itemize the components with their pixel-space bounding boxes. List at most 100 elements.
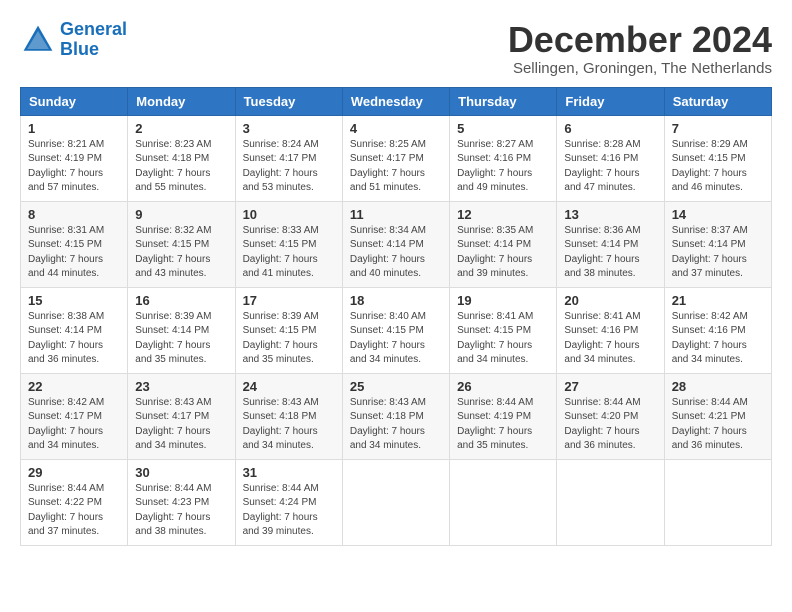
day-number: 15	[28, 293, 120, 308]
calendar-week-4: 22 Sunrise: 8:42 AM Sunset: 4:17 PM Dayli…	[21, 373, 772, 459]
day-number: 26	[457, 379, 549, 394]
cell-sun-info: Sunrise: 8:28 AM Sunset: 4:16 PM Dayligh…	[564, 138, 656, 196]
day-number: 20	[564, 293, 656, 308]
calendar-cell: 31Sunrise: 8:44 AM Sunset: 4:24 PM Dayli…	[235, 459, 342, 545]
calendar-table: SundayMondayTuesdayWednesdayThursdayFrid…	[20, 87, 772, 546]
cell-sun-info: Sunrise: 8:24 AM Sunset: 4:17 PM Dayligh…	[243, 138, 335, 196]
cell-sun-info: Sunrise: 8:36 AM Sunset: 4:14 PM Dayligh…	[564, 224, 656, 282]
calendar-cell: 25 Sunrise: 8:43 AM Sunset: 4:18 PM Dayli…	[342, 373, 449, 459]
cell-sun-info: Sunrise: 8:44 AM Sunset: 4:19 PM Dayligh…	[457, 396, 549, 454]
day-number: 18	[350, 293, 442, 308]
header-tuesday: Tuesday	[235, 87, 342, 115]
cell-sun-info: Sunrise: 8:44 AM Sunset: 4:23 PM Dayligh…	[135, 482, 227, 540]
cell-sun-info: Sunrise: 8:40 AM Sunset: 4:15 PM Dayligh…	[350, 310, 442, 368]
header-friday: Friday	[557, 87, 664, 115]
day-number: 4	[350, 121, 442, 136]
calendar-cell: 5Sunrise: 8:27 AM Sunset: 4:16 PM Daylig…	[450, 115, 557, 201]
day-number: 25	[350, 379, 442, 394]
calendar-header-row: SundayMondayTuesdayWednesdayThursdayFrid…	[21, 87, 772, 115]
calendar-cell: 24Sunrise: 8:43 AM Sunset: 4:18 PM Dayli…	[235, 373, 342, 459]
cell-sun-info: Sunrise: 8:39 AM Sunset: 4:15 PM Dayligh…	[243, 310, 335, 368]
cell-sun-info: Sunrise: 8:43 AM Sunset: 4:18 PM Dayligh…	[243, 396, 335, 454]
day-number: 14	[672, 207, 764, 222]
cell-sun-info: Sunrise: 8:21 AM Sunset: 4:19 PM Dayligh…	[28, 138, 120, 196]
calendar-cell: 14 Sunrise: 8:37 AM Sunset: 4:14 PM Dayli…	[664, 201, 771, 287]
cell-sun-info: Sunrise: 8:35 AM Sunset: 4:14 PM Dayligh…	[457, 224, 549, 282]
cell-sun-info: Sunrise: 8:29 AM Sunset: 4:15 PM Dayligh…	[672, 138, 764, 196]
title-block: December 2024 Sellingen, Groningen, The …	[508, 20, 772, 77]
calendar-cell: 15 Sunrise: 8:38 AM Sunset: 4:14 PM Dayli…	[21, 287, 128, 373]
cell-sun-info: Sunrise: 8:38 AM Sunset: 4:14 PM Dayligh…	[28, 310, 120, 368]
calendar-cell: 20 Sunrise: 8:41 AM Sunset: 4:16 PM Dayli…	[557, 287, 664, 373]
calendar-cell	[342, 459, 449, 545]
day-number: 29	[28, 465, 120, 480]
day-number: 16	[135, 293, 227, 308]
calendar-cell: 30 Sunrise: 8:44 AM Sunset: 4:23 PM Dayli…	[128, 459, 235, 545]
calendar-cell: 23Sunrise: 8:43 AM Sunset: 4:17 PM Dayli…	[128, 373, 235, 459]
day-number: 27	[564, 379, 656, 394]
cell-sun-info: Sunrise: 8:39 AM Sunset: 4:14 PM Dayligh…	[135, 310, 227, 368]
cell-sun-info: Sunrise: 8:23 AM Sunset: 4:18 PM Dayligh…	[135, 138, 227, 196]
calendar-cell: 10 Sunrise: 8:33 AM Sunset: 4:15 PM Dayli…	[235, 201, 342, 287]
day-number: 17	[243, 293, 335, 308]
day-number: 10	[243, 207, 335, 222]
cell-sun-info: Sunrise: 8:42 AM Sunset: 4:17 PM Dayligh…	[28, 396, 120, 454]
cell-sun-info: Sunrise: 8:27 AM Sunset: 4:16 PM Dayligh…	[457, 138, 549, 196]
calendar-cell	[450, 459, 557, 545]
day-number: 12	[457, 207, 549, 222]
calendar-cell	[664, 459, 771, 545]
day-number: 23	[135, 379, 227, 394]
cell-sun-info: Sunrise: 8:44 AM Sunset: 4:24 PM Dayligh…	[243, 482, 335, 540]
day-number: 22	[28, 379, 120, 394]
day-number: 1	[28, 121, 120, 136]
calendar-cell: 7 Sunrise: 8:29 AM Sunset: 4:15 PM Daylig…	[664, 115, 771, 201]
cell-sun-info: Sunrise: 8:44 AM Sunset: 4:20 PM Dayligh…	[564, 396, 656, 454]
cell-sun-info: Sunrise: 8:34 AM Sunset: 4:14 PM Dayligh…	[350, 224, 442, 282]
day-number: 2	[135, 121, 227, 136]
calendar-cell: 16 Sunrise: 8:39 AM Sunset: 4:14 PM Dayli…	[128, 287, 235, 373]
cell-sun-info: Sunrise: 8:44 AM Sunset: 4:21 PM Dayligh…	[672, 396, 764, 454]
calendar-cell: 4 Sunrise: 8:25 AM Sunset: 4:17 PM Daylig…	[342, 115, 449, 201]
calendar-cell: 1 Sunrise: 8:21 AM Sunset: 4:19 PM Daylig…	[21, 115, 128, 201]
month-title: December 2024	[508, 20, 772, 60]
calendar-cell: 11Sunrise: 8:34 AM Sunset: 4:14 PM Dayli…	[342, 201, 449, 287]
header-thursday: Thursday	[450, 87, 557, 115]
calendar-cell: 21Sunrise: 8:42 AM Sunset: 4:16 PM Dayli…	[664, 287, 771, 373]
logo-line2: Blue	[60, 39, 99, 59]
calendar-cell: 27 Sunrise: 8:44 AM Sunset: 4:20 PM Dayli…	[557, 373, 664, 459]
calendar-cell: 6Sunrise: 8:28 AM Sunset: 4:16 PM Daylig…	[557, 115, 664, 201]
cell-sun-info: Sunrise: 8:41 AM Sunset: 4:15 PM Dayligh…	[457, 310, 549, 368]
calendar-cell: 3Sunrise: 8:24 AM Sunset: 4:17 PM Daylig…	[235, 115, 342, 201]
location-subtitle: Sellingen, Groningen, The Netherlands	[508, 60, 772, 77]
day-number: 19	[457, 293, 549, 308]
header-sunday: Sunday	[21, 87, 128, 115]
logo-text: General Blue	[60, 20, 127, 60]
cell-sun-info: Sunrise: 8:33 AM Sunset: 4:15 PM Dayligh…	[243, 224, 335, 282]
calendar-week-2: 8Sunrise: 8:31 AM Sunset: 4:15 PM Daylig…	[21, 201, 772, 287]
cell-sun-info: Sunrise: 8:43 AM Sunset: 4:18 PM Dayligh…	[350, 396, 442, 454]
calendar-cell: 26 Sunrise: 8:44 AM Sunset: 4:19 PM Dayli…	[450, 373, 557, 459]
calendar-week-3: 15 Sunrise: 8:38 AM Sunset: 4:14 PM Dayli…	[21, 287, 772, 373]
cell-sun-info: Sunrise: 8:25 AM Sunset: 4:17 PM Dayligh…	[350, 138, 442, 196]
logo-icon	[20, 22, 56, 58]
calendar-cell: 17 Sunrise: 8:39 AM Sunset: 4:15 PM Dayli…	[235, 287, 342, 373]
day-number: 28	[672, 379, 764, 394]
day-number: 30	[135, 465, 227, 480]
calendar-cell: 19 Sunrise: 8:41 AM Sunset: 4:15 PM Dayli…	[450, 287, 557, 373]
calendar-cell: 12 Sunrise: 8:35 AM Sunset: 4:14 PM Dayli…	[450, 201, 557, 287]
calendar-cell: 18 Sunrise: 8:40 AM Sunset: 4:15 PM Dayli…	[342, 287, 449, 373]
day-number: 7	[672, 121, 764, 136]
cell-sun-info: Sunrise: 8:44 AM Sunset: 4:22 PM Dayligh…	[28, 482, 120, 540]
calendar-cell: 22 Sunrise: 8:42 AM Sunset: 4:17 PM Dayli…	[21, 373, 128, 459]
calendar-cell	[557, 459, 664, 545]
header-wednesday: Wednesday	[342, 87, 449, 115]
calendar-cell: 28 Sunrise: 8:44 AM Sunset: 4:21 PM Dayli…	[664, 373, 771, 459]
day-number: 9	[135, 207, 227, 222]
calendar-cell: 9Sunrise: 8:32 AM Sunset: 4:15 PM Daylig…	[128, 201, 235, 287]
cell-sun-info: Sunrise: 8:31 AM Sunset: 4:15 PM Dayligh…	[28, 224, 120, 282]
cell-sun-info: Sunrise: 8:37 AM Sunset: 4:14 PM Dayligh…	[672, 224, 764, 282]
calendar-cell: 13Sunrise: 8:36 AM Sunset: 4:14 PM Dayli…	[557, 201, 664, 287]
cell-sun-info: Sunrise: 8:41 AM Sunset: 4:16 PM Dayligh…	[564, 310, 656, 368]
header-saturday: Saturday	[664, 87, 771, 115]
logo: General Blue	[20, 20, 127, 60]
